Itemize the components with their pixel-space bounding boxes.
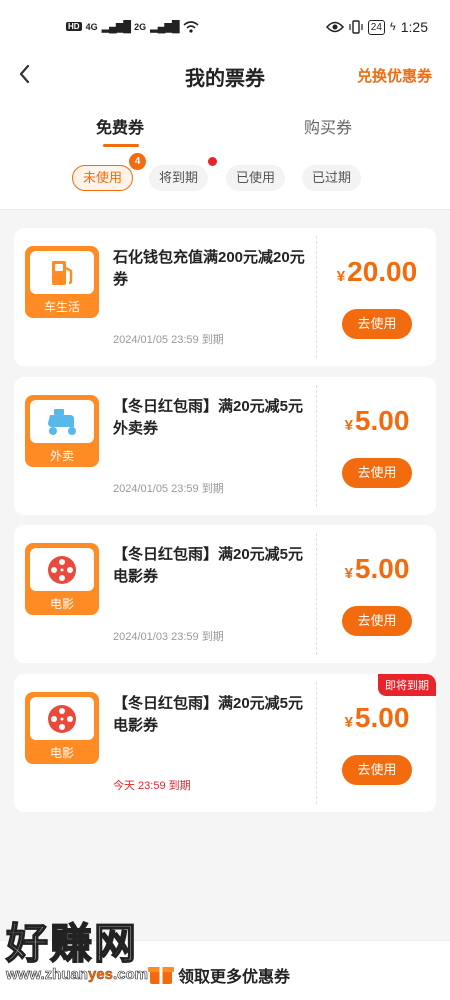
signal-bars-icon: ▂▄▆█	[101, 21, 131, 33]
watermark-text: 好赚网	[5, 918, 139, 969]
coupon-amount: ¥5.00	[318, 405, 436, 437]
watermark-url-suffix: .com	[112, 966, 149, 984]
fuel-pump-icon	[52, 260, 73, 285]
coupon-title: 【冬日红包雨】满20元减5元电影券	[113, 695, 304, 734]
amount-value: 5.00	[354, 405, 410, 436]
status-left: HD 4G ▂▄▆█ 2G ▂▄▆█	[66, 20, 199, 33]
watermark-url: www.zhuanyes.com	[6, 966, 149, 984]
status-filters: 未使用 4 将到期 已使用 已过期	[0, 153, 450, 210]
status-bar: HD 4G ▂▄▆█ 2G ▂▄▆█ 24 ϟ 1:25	[0, 0, 450, 56]
coupon-icon-badge: 外卖	[25, 395, 99, 467]
use-coupon-button[interactable]: 去使用	[342, 309, 412, 339]
coupon-icon-badge: 电影	[25, 543, 99, 615]
scooter-icon	[48, 408, 76, 435]
coupon-divider	[316, 385, 317, 507]
coupon-type-tabs: 免费券 购买券	[0, 96, 450, 158]
expiring-soon-tag: 即将到期	[378, 674, 436, 696]
coupon-category-label: 车生活	[43, 300, 80, 314]
film-reel-icon	[48, 704, 76, 733]
coupon-amount: ¥20.00	[318, 256, 436, 288]
coupon-divider	[316, 236, 317, 358]
charging-icon: ϟ	[389, 21, 396, 33]
amount-value: 20.00	[347, 256, 418, 287]
signal-2-label: 2G	[134, 21, 147, 32]
amount-value: 5.00	[354, 702, 410, 733]
coupon-expiry: 2024/01/05 23:59 到期	[113, 334, 224, 346]
active-tab-indicator	[103, 144, 139, 147]
currency-symbol: ¥	[344, 714, 353, 731]
coupon-expiry: 2024/01/03 23:59 到期	[113, 631, 224, 643]
coupon-expiry: 2024/01/05 23:59 到期	[113, 483, 224, 495]
tab-free-coupons[interactable]: 免费券	[96, 114, 144, 138]
coupon-divider	[316, 533, 317, 655]
coupon-title: 【冬日红包雨】满20元减5元电影券	[113, 546, 304, 585]
use-coupon-button[interactable]: 去使用	[342, 606, 412, 636]
coupon-title: 石化钱包充值满200元减20元券	[113, 249, 305, 288]
vibrate-icon	[349, 20, 363, 34]
site-watermark: 好赚网 www.zhuanyes.com	[5, 910, 206, 1000]
coupon-icon-badge: 车生活	[25, 246, 99, 318]
signal-1-label: 4G	[85, 21, 98, 32]
watermark-url-highlight: yes	[87, 966, 113, 983]
amount-value: 5.00	[354, 553, 410, 584]
status-right: 24 ϟ 1:25	[325, 19, 428, 35]
clock: 1:25	[400, 19, 428, 35]
signal-bars-2-icon: ▂▄▆█	[150, 21, 179, 33]
currency-symbol: ¥	[344, 417, 353, 434]
filter-expiring[interactable]: 将到期	[149, 165, 209, 191]
unused-count-badge: 4	[129, 153, 146, 170]
battery-icon: 24	[367, 19, 385, 35]
wifi-icon	[183, 20, 199, 33]
film-reel-icon	[48, 555, 76, 584]
coupon-category-label: 电影	[49, 597, 74, 611]
coupon-amount: ¥5.00	[318, 553, 436, 585]
coupon-card[interactable]: 电影 【冬日红包雨】满20元减5元电影券 2024/01/03 23:59 到期…	[14, 525, 436, 663]
coupon-title: 【冬日红包雨】满20元减5元外卖券	[113, 398, 304, 437]
filter-expired[interactable]: 已过期	[302, 165, 362, 191]
coupon-card[interactable]: 车生活 石化钱包充值满200元减20元券 2024/01/05 23:59 到期…	[14, 228, 436, 366]
use-coupon-button[interactable]: 去使用	[342, 458, 412, 488]
currency-symbol: ¥	[336, 268, 346, 285]
coupon-card[interactable]: 即将到期 电影 【冬日红包雨】满20元减5元电影券 今天 23:59 到期 ¥5…	[14, 674, 436, 812]
coupon-category-label: 电影	[49, 746, 74, 760]
exchange-coupon-link[interactable]: 兑换优惠券	[357, 65, 432, 86]
hd-indicator: HD	[66, 22, 82, 31]
eye-icon	[325, 21, 344, 33]
coupon-icon-badge: 电影	[25, 692, 99, 764]
coupon-expiry: 今天 23:59 到期	[113, 780, 191, 792]
coupon-category-label: 外卖	[49, 449, 74, 463]
coupon-amount: ¥5.00	[318, 702, 436, 734]
filter-unused[interactable]: 未使用	[72, 165, 134, 191]
currency-symbol: ¥	[344, 565, 353, 582]
coupon-divider	[316, 682, 317, 804]
app-header: 我的票券 兑换优惠券	[0, 56, 450, 96]
use-coupon-button[interactable]: 去使用	[342, 755, 412, 785]
filter-used[interactable]: 已使用	[226, 165, 286, 191]
tab-purchased-coupons[interactable]: 购买券	[304, 114, 352, 138]
coupon-card[interactable]: 外卖 【冬日红包雨】满20元减5元外卖券 2024/01/05 23:59 到期…	[14, 377, 436, 515]
expiring-notification-dot	[208, 157, 217, 166]
watermark-url-prefix: www.zhuan	[6, 966, 89, 984]
